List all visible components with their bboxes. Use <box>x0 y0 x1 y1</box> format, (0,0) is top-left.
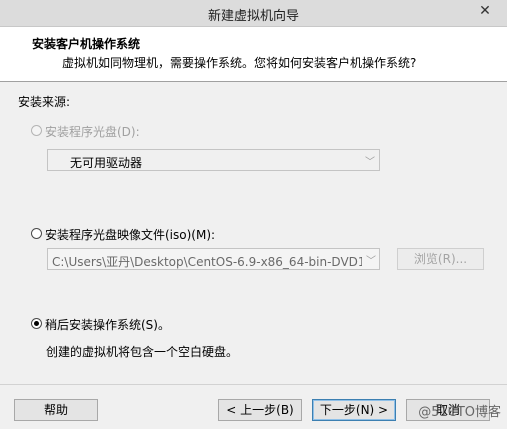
disc-radio[interactable] <box>31 125 42 136</box>
help-button[interactable]: 帮助 <box>14 399 98 421</box>
drive-dropdown[interactable]: 无可用驱动器 ﹀ <box>47 149 380 171</box>
step-subtitle: 虚拟机如同物理机，需要操作系统。您将如何安装客户机操作系统? <box>62 56 417 70</box>
wizard-header: 安装客户机操作系统 虚拟机如同物理机，需要操作系统。您将如何安装客户机操作系统? <box>0 27 507 82</box>
new-vm-wizard-window: 新建虚拟机向导 ✕ 安装客户机操作系统 虚拟机如同物理机，需要操作系统。您将如何… <box>0 0 507 429</box>
close-icon[interactable]: ✕ <box>471 1 499 21</box>
watermark-text: @51CTO博客 <box>418 405 501 420</box>
install-later-label: 稍后安装操作系统(S)。 <box>45 318 170 332</box>
browse-button[interactable]: 浏览(R)... <box>397 248 484 270</box>
iso-radio[interactable] <box>31 228 42 239</box>
back-button[interactable]: < 上一步(B) <box>218 399 302 421</box>
title-bar: 新建虚拟机向导 ✕ <box>0 0 507 27</box>
install-later-description: 创建的虚拟机将包含一个空白硬盘。 <box>46 345 239 359</box>
footer-divider <box>0 384 507 385</box>
disc-option-label: 安装程序光盘(D): <box>45 125 140 139</box>
install-later-radio[interactable] <box>31 318 42 329</box>
next-button[interactable]: 下一步(N) > <box>312 399 396 421</box>
iso-path-combo[interactable]: C:\Users\亚丹\Desktop\CentOS-6.9-x86_64-bi… <box>47 248 380 270</box>
window-title: 新建虚拟机向导 <box>207 9 299 24</box>
drive-dropdown-value: 无可用驱动器 <box>70 156 143 170</box>
chevron-down-icon: ﹀ <box>366 256 376 267</box>
chevron-down-icon: ﹀ <box>365 157 375 168</box>
iso-path-value: C:\Users\亚丹\Desktop\CentOS-6.9-x86_64-bi… <box>52 255 362 269</box>
iso-option-label: 安装程序光盘映像文件(iso)(M): <box>45 228 216 242</box>
install-source-label: 安装来源: <box>18 95 71 109</box>
step-title: 安装客户机操作系统 <box>32 37 141 51</box>
